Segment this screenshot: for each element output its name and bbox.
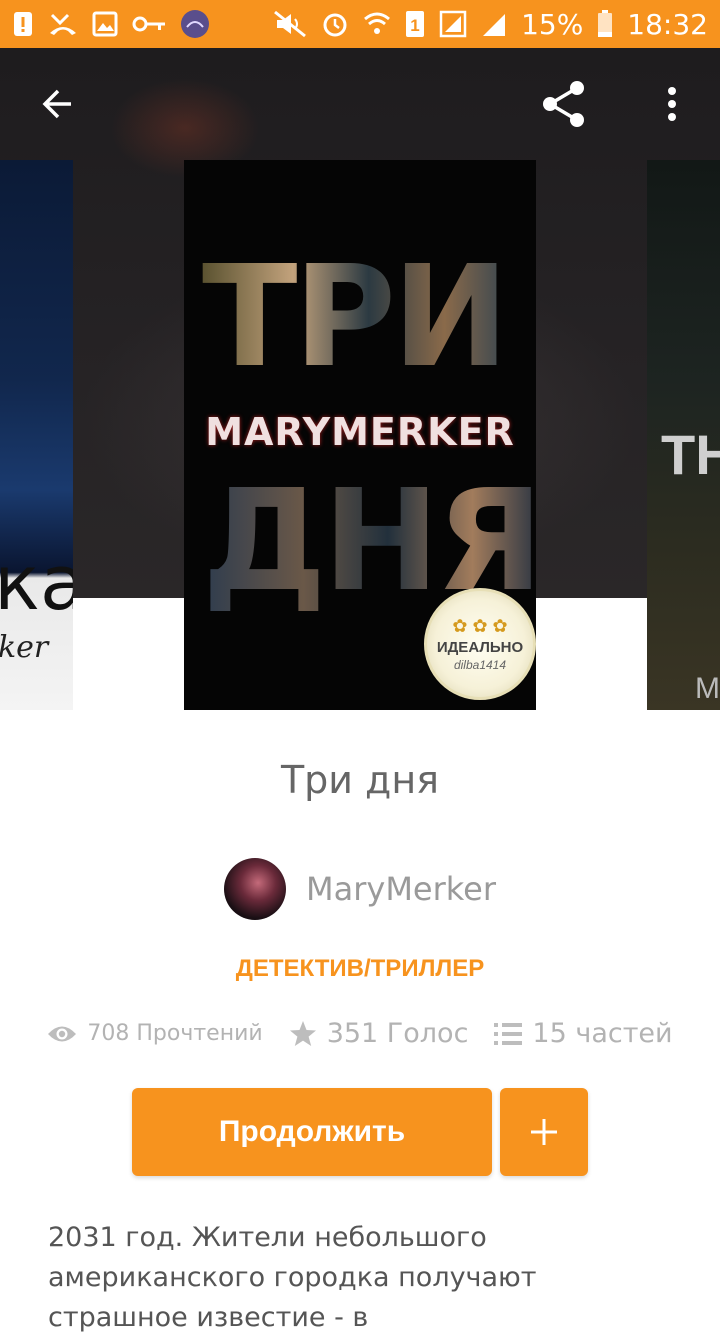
author-name[interactable]: MaryMerker: [306, 870, 496, 908]
votes-count: 351 Голос: [326, 1018, 469, 1049]
share-icon: [543, 81, 584, 127]
toolbar: [0, 48, 720, 160]
cover-right-title: TH: [661, 423, 720, 486]
reads-stat: 708 Прочтений: [47, 1021, 263, 1046]
seal-text: ИДЕАЛЬНО: [436, 639, 524, 656]
alarm-icon: [321, 10, 349, 38]
key-icon: [132, 14, 166, 34]
share-button[interactable]: [528, 68, 600, 140]
cover-right-author: M: [695, 672, 720, 705]
seal-flowers-icon: ✿ ✿ ✿: [452, 616, 508, 636]
more-vert-icon: [668, 87, 676, 121]
plus-icon: [531, 1119, 557, 1145]
genre-tag[interactable]: ДЕТЕКТИВ/ТРИЛЛЕР: [0, 955, 720, 983]
arrow-back-icon: [42, 89, 71, 119]
star-icon: [289, 1020, 316, 1046]
clock: 18:32: [627, 7, 708, 41]
author-row[interactable]: MaryMerker: [0, 858, 720, 920]
list-icon: [494, 1022, 523, 1045]
story-title: Три дня: [280, 758, 440, 802]
signal-icon: [439, 10, 467, 38]
award-seal: ✿ ✿ ✿ ИДЕАЛЬНО dilba1414: [424, 588, 536, 700]
back-button[interactable]: [20, 68, 92, 140]
cover-left-author: ker: [0, 630, 49, 665]
reads-count: 708 Прочтений: [87, 1021, 263, 1046]
cover-title-top: ТРИ: [202, 236, 509, 399]
cover-current-story[interactable]: ТРИ MARYMERKER ДНЯ ✿ ✿ ✿ ИДЕАЛЬНО dilba1…: [184, 160, 536, 710]
sim-icon: 1: [405, 10, 425, 38]
cover-left-title: ка: [0, 538, 73, 627]
eye-icon: [48, 1026, 77, 1041]
story-description: 2031 год. Жители небольшого американског…: [48, 1222, 537, 1333]
parts-count: 15 частей: [532, 1018, 673, 1049]
story-stats: 708 Прочтений 351 Голос 15 частей: [0, 1018, 720, 1049]
toolbar-actions: [528, 68, 708, 140]
status-bar-right: 1 15% 18:32: [273, 8, 708, 41]
alert-icon: [12, 10, 34, 38]
author-avatar[interactable]: [224, 858, 286, 920]
add-to-library-button[interactable]: [500, 1088, 588, 1176]
cover-previous-story[interactable]: ка ker: [0, 160, 73, 710]
wifi-icon: [363, 11, 391, 37]
continue-reading-button[interactable]: Продолжить: [132, 1088, 492, 1176]
mute-icon: [273, 10, 307, 38]
more-options-button[interactable]: [636, 68, 708, 140]
missed-call-icon: [48, 11, 78, 37]
cover-author-text: MARYMERKER: [205, 410, 515, 454]
parts-stat: 15 частей: [494, 1018, 673, 1049]
image-icon: [92, 11, 118, 37]
cover-next-story[interactable]: TH M: [647, 160, 720, 710]
status-bar-left: [12, 9, 210, 39]
signal-icon-2: [481, 10, 507, 38]
svg-text:1: 1: [410, 16, 419, 35]
battery-icon: [597, 10, 613, 38]
seal-subtext: dilba1414: [453, 658, 507, 672]
battery-percent: 15%: [521, 7, 584, 41]
status-bar: 1 15% 18:32: [0, 0, 720, 48]
app-avatar-icon: [180, 9, 210, 39]
votes-stat: 351 Голос: [289, 1018, 469, 1049]
